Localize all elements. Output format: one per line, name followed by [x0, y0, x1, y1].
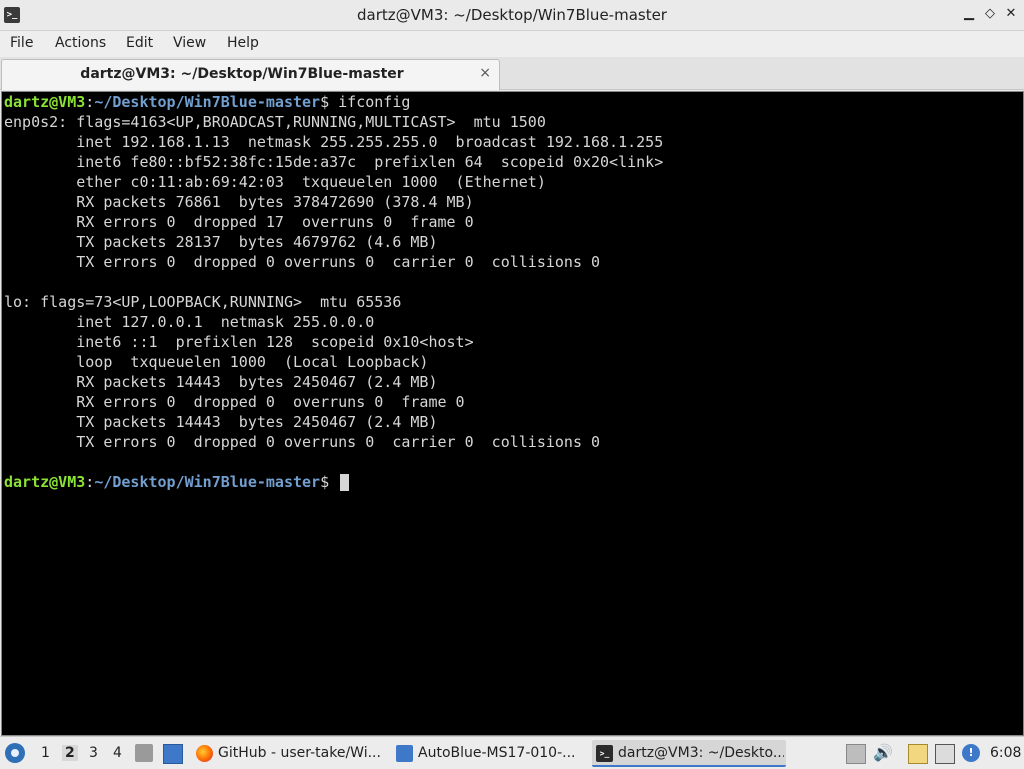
network-icon[interactable]	[935, 744, 955, 764]
prompt-user-host: dartz@VM3	[4, 473, 86, 491]
output-line: RX errors 0 dropped 0 overruns 0 frame 0	[4, 393, 465, 411]
workspace-3[interactable]: 3	[89, 745, 98, 761]
task-label: dartz@VM3: ~/Deskto...	[618, 745, 784, 761]
output-line: inet 127.0.0.1 netmask 255.0.0.0	[4, 313, 375, 331]
prompt-colon: :	[85, 473, 95, 491]
show-desktop-icon[interactable]	[163, 744, 183, 764]
window-titlebar: >_ dartz@VM3: ~/Desktop/Win7Blue-master …	[0, 0, 1024, 31]
clipboard-icon[interactable]	[908, 744, 928, 764]
file-manager-icon[interactable]	[135, 744, 153, 762]
menu-view[interactable]: View	[173, 35, 206, 51]
close-window-button[interactable]: ✕	[1003, 6, 1019, 22]
task-firefox[interactable]: GitHub - user-take/Wi...	[192, 740, 386, 767]
output-line: RX errors 0 dropped 17 overruns 0 frame …	[4, 213, 474, 231]
terminal-area[interactable]: dartz@VM3:~/Desktop/Win7Blue-master$ ifc…	[1, 91, 1024, 736]
terminal-output: dartz@VM3:~/Desktop/Win7Blue-master$ ifc…	[4, 93, 663, 493]
clock[interactable]: 6:08	[990, 745, 1021, 761]
workspace-4[interactable]: 4	[113, 745, 122, 761]
prompt-colon: :	[85, 93, 95, 111]
output-line: loop txqueuelen 1000 (Local Loopback)	[4, 353, 429, 371]
task-label: AutoBlue-MS17-010-...	[418, 745, 576, 761]
taskbar: 1 2 3 4 GitHub - user-take/Wi... AutoBlu…	[0, 736, 1024, 769]
output-line: TX packets 14443 bytes 2450467 (2.4 MB)	[4, 413, 438, 431]
menu-edit[interactable]: Edit	[126, 35, 153, 51]
tab-bar: dartz@VM3: ~/Desktop/Win7Blue-master ×	[0, 57, 1024, 90]
output-line: ether c0:11:ab:69:42:03 txqueuelen 1000 …	[4, 173, 546, 191]
output-line: inet6 ::1 prefixlen 128 scopeid 0x10<hos…	[4, 333, 474, 351]
output-line: enp0s2: flags=4163<UP,BROADCAST,RUNNING,…	[4, 113, 546, 131]
prompt-dollar: $	[320, 93, 339, 111]
output-line: lo: flags=73<UP,LOOPBACK,RUNNING> mtu 65…	[4, 293, 402, 311]
firefox-icon	[196, 745, 213, 762]
prompt-line[interactable]: dartz@VM3:~/Desktop/Win7Blue-master$	[4, 473, 663, 493]
folder-icon	[396, 745, 413, 762]
prompt-path: ~/Desktop/Win7Blue-master	[94, 473, 321, 491]
notification-icon[interactable]: !	[962, 744, 980, 762]
output-line: TX errors 0 dropped 0 overruns 0 carrier…	[4, 433, 601, 451]
text-cursor	[340, 474, 350, 491]
task-file-manager[interactable]: AutoBlue-MS17-010-...	[392, 740, 586, 767]
output-line: inet6 fe80::bf52:38fc:15de:a37c prefixle…	[4, 153, 664, 171]
menu-bar: File Actions Edit View Help	[0, 31, 1024, 57]
terminal-icon: >_	[596, 745, 613, 762]
task-terminal[interactable]: >_ dartz@VM3: ~/Deskto...	[592, 740, 786, 767]
output-line: RX packets 14443 bytes 2450467 (2.4 MB)	[4, 373, 438, 391]
tab-close-button[interactable]: ×	[479, 65, 491, 81]
prompt-path: ~/Desktop/Win7Blue-master	[94, 93, 321, 111]
prompt-user-host: dartz@VM3	[4, 93, 86, 111]
menu-help[interactable]: Help	[227, 35, 259, 51]
output-line: TX packets 28137 bytes 4679762 (4.6 MB)	[4, 233, 438, 251]
workspace-2[interactable]: 2	[62, 745, 78, 761]
output-line: TX errors 0 dropped 0 overruns 0 carrier…	[4, 253, 601, 271]
upload-icon[interactable]	[846, 744, 866, 764]
menu-actions[interactable]: Actions	[55, 35, 106, 51]
terminal-tab[interactable]: dartz@VM3: ~/Desktop/Win7Blue-master ×	[1, 59, 500, 90]
maximize-button[interactable]: ◇	[982, 6, 998, 22]
workspace-1[interactable]: 1	[41, 745, 50, 761]
prompt-dollar: $	[320, 473, 339, 491]
menu-file[interactable]: File	[10, 35, 33, 51]
minimize-button[interactable]: ▁	[961, 6, 977, 22]
output-line: inet 192.168.1.13 netmask 255.255.255.0 …	[4, 133, 664, 151]
window-title: dartz@VM3: ~/Desktop/Win7Blue-master	[357, 6, 667, 24]
volume-icon[interactable]: 🔊	[873, 744, 893, 762]
task-label: GitHub - user-take/Wi...	[218, 745, 381, 761]
start-menu-icon[interactable]	[5, 743, 25, 763]
tab-label: dartz@VM3: ~/Desktop/Win7Blue-master	[80, 66, 404, 82]
command-line: dartz@VM3:~/Desktop/Win7Blue-master$ ifc…	[4, 93, 663, 113]
command-text: ifconfig	[338, 93, 411, 111]
output-line: RX packets 76861 bytes 378472690 (378.4 …	[4, 193, 474, 211]
